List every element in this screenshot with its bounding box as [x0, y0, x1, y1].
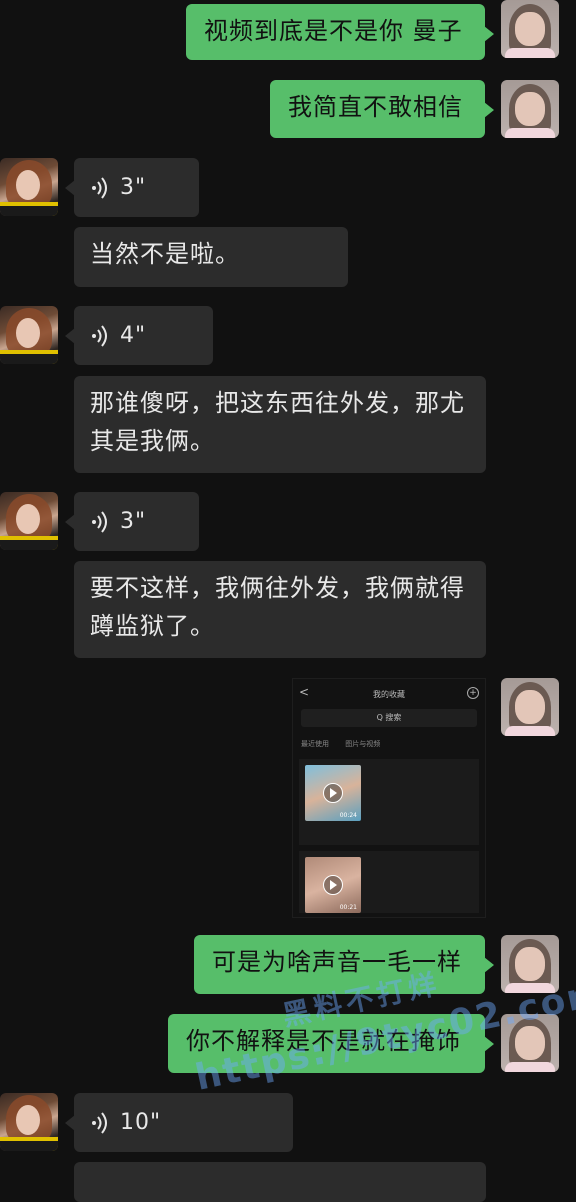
voice-wave-icon	[92, 324, 107, 347]
screenshot-video-item: 00:21	[299, 851, 479, 913]
message-text: 要不这样，我俩往外发，我俩就得蹲监狱了。	[90, 574, 465, 640]
contact-avatar[interactable]	[0, 158, 58, 216]
my-avatar[interactable]	[501, 1014, 559, 1072]
message-text: 你不解释是不是就在掩饰	[186, 1027, 461, 1055]
outgoing-message[interactable]: 我简直不敢相信	[270, 80, 494, 138]
my-avatar[interactable]	[501, 935, 559, 993]
outgoing-message[interactable]: 可是为啥声音一毛一样	[194, 935, 494, 994]
voice-message[interactable]: 4"	[65, 306, 213, 365]
message-text: 可是为啥声音一毛一样	[212, 948, 462, 976]
incoming-message[interactable]: 当然不是啦。	[74, 227, 348, 287]
video-duration: 00:21	[339, 904, 357, 911]
incoming-message-partial[interactable]	[74, 1162, 486, 1202]
voice-message[interactable]: 3"	[65, 158, 199, 217]
shared-screenshot-image[interactable]: < 我的收藏 + Q 搜索 最近使用 图片与视频 00:24 00:21	[292, 678, 486, 918]
incoming-message[interactable]: 那谁傻呀，把这东西往外发，那尤其是我俩。	[74, 376, 486, 473]
voice-message[interactable]: 3"	[65, 492, 199, 551]
screenshot-tabs: 最近使用 图片与视频	[301, 739, 394, 749]
message-text: 视频到底是不是你 曼子	[204, 17, 463, 45]
contact-avatar[interactable]	[0, 306, 58, 364]
video-thumbnail: 00:21	[305, 857, 361, 913]
outgoing-message[interactable]: 你不解释是不是就在掩饰	[168, 1014, 494, 1073]
screenshot-video-item: 00:24	[299, 759, 479, 845]
voice-duration: 10"	[120, 1109, 162, 1135]
my-avatar[interactable]	[501, 80, 559, 138]
play-icon	[323, 875, 343, 895]
play-icon	[323, 783, 343, 803]
voice-duration: 3"	[120, 174, 147, 200]
screenshot-tab: 最近使用	[301, 740, 329, 748]
video-duration: 00:24	[339, 812, 357, 819]
voice-wave-icon	[92, 1111, 107, 1134]
message-text: 那谁傻呀，把这东西往外发，那尤其是我俩。	[90, 389, 465, 455]
message-text: 我简直不敢相信	[288, 93, 463, 121]
contact-avatar[interactable]	[0, 1093, 58, 1151]
my-avatar[interactable]	[501, 678, 559, 736]
voice-message[interactable]: 10"	[65, 1093, 293, 1152]
voice-duration: 4"	[120, 322, 147, 348]
contact-avatar[interactable]	[0, 492, 58, 550]
screenshot-search-bar: Q 搜索	[301, 709, 477, 727]
outgoing-message[interactable]: 视频到底是不是你 曼子	[186, 4, 494, 60]
message-text: 当然不是啦。	[90, 240, 240, 268]
voice-duration: 3"	[120, 508, 147, 534]
screenshot-title: 我的收藏	[373, 690, 405, 699]
screenshot-tab: 图片与视频	[345, 740, 381, 748]
add-icon: +	[467, 687, 479, 699]
voice-wave-icon	[92, 510, 107, 533]
voice-wave-icon	[92, 176, 107, 199]
video-thumbnail: 00:24	[305, 765, 361, 821]
my-avatar[interactable]	[501, 0, 559, 58]
incoming-message[interactable]: 要不这样，我俩往外发，我俩就得蹲监狱了。	[74, 561, 486, 658]
